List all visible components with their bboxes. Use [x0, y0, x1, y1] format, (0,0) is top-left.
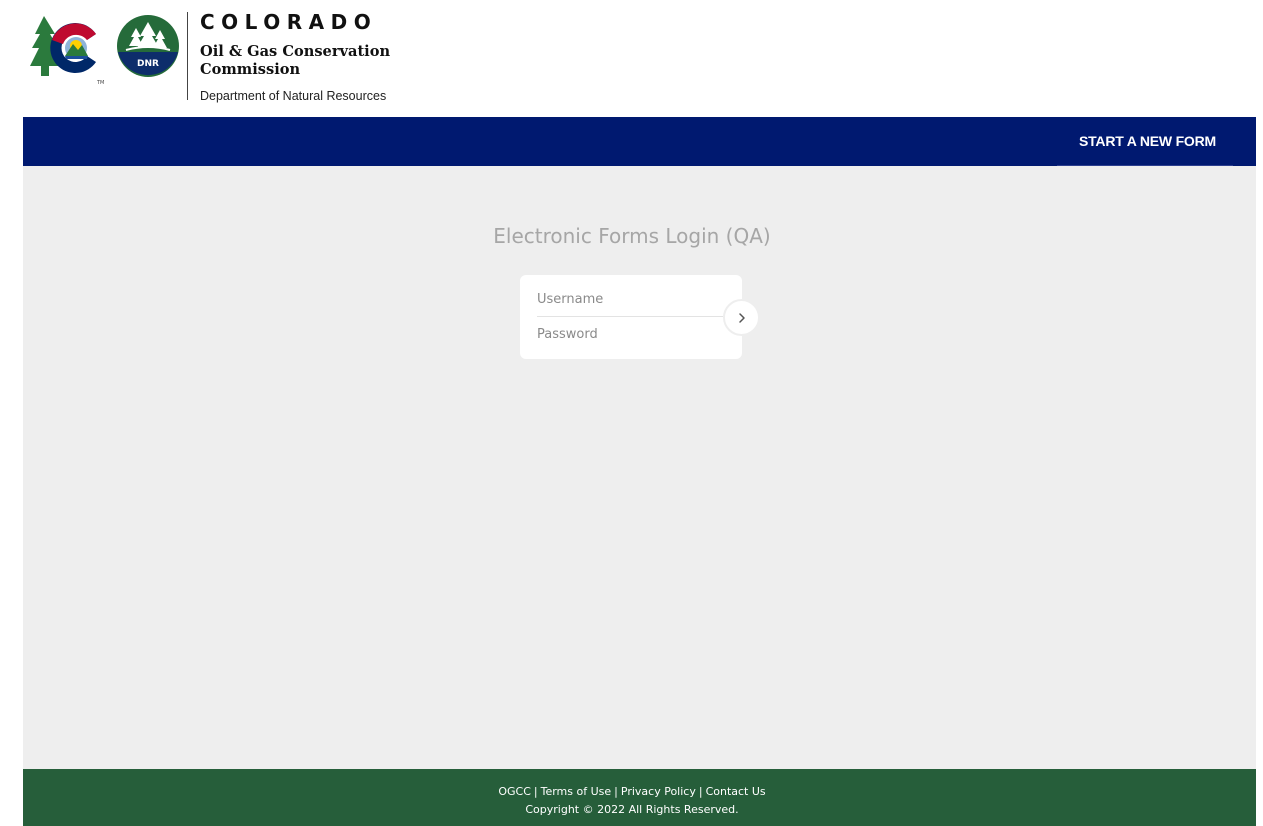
colorado-state-logo-icon: [30, 16, 96, 76]
top-nav-bar: START A NEW FORM: [23, 117, 1256, 166]
logo-divider: [187, 12, 188, 100]
commission-name-line1: Oil & Gas Conservation: [200, 43, 391, 60]
footer-link-terms[interactable]: Terms of Use: [541, 785, 612, 798]
main-content: Electronic Forms Login (QA): [23, 166, 1256, 769]
department-name: Department of Natural Resources: [200, 89, 387, 103]
chevron-right-icon: [738, 312, 745, 323]
svg-text:DNR: DNR: [137, 59, 159, 69]
footer-link-ogcc[interactable]: OGCC: [498, 785, 531, 798]
site-header: TM DNR COLORADO Oil & Gas Conservation C…: [0, 0, 1263, 116]
login-submit-button[interactable]: [723, 299, 760, 336]
commission-name-line2: Commission: [200, 61, 301, 78]
copyright-text: Copyright © 2022 All Rights Reserved.: [525, 803, 739, 816]
login-form: [520, 275, 742, 359]
footer-separator: |: [533, 785, 538, 798]
colorado-wordmark: COLORADO: [200, 10, 378, 34]
footer-link-privacy[interactable]: Privacy Policy: [621, 785, 696, 798]
trademark-mark: TM: [97, 80, 105, 86]
password-input[interactable]: [520, 315, 720, 353]
login-title: Electronic Forms Login (QA): [493, 224, 771, 248]
start-new-form-link[interactable]: START A NEW FORM: [1079, 117, 1216, 166]
footer-separator: |: [698, 785, 703, 798]
commission-name: Oil & Gas Conservation Commission: [200, 43, 390, 79]
footer-links: OGCC | Terms of Use | Privacy Policy | Contact…: [23, 785, 1241, 798]
dnr-seal-icon: DNR: [117, 15, 179, 77]
footer-separator: |: [614, 785, 618, 798]
username-input[interactable]: [520, 280, 720, 318]
site-footer: OGCC | Terms of Use | Privacy Policy | Contact…: [23, 769, 1256, 826]
footer-link-contact[interactable]: Contact Us: [706, 785, 766, 798]
